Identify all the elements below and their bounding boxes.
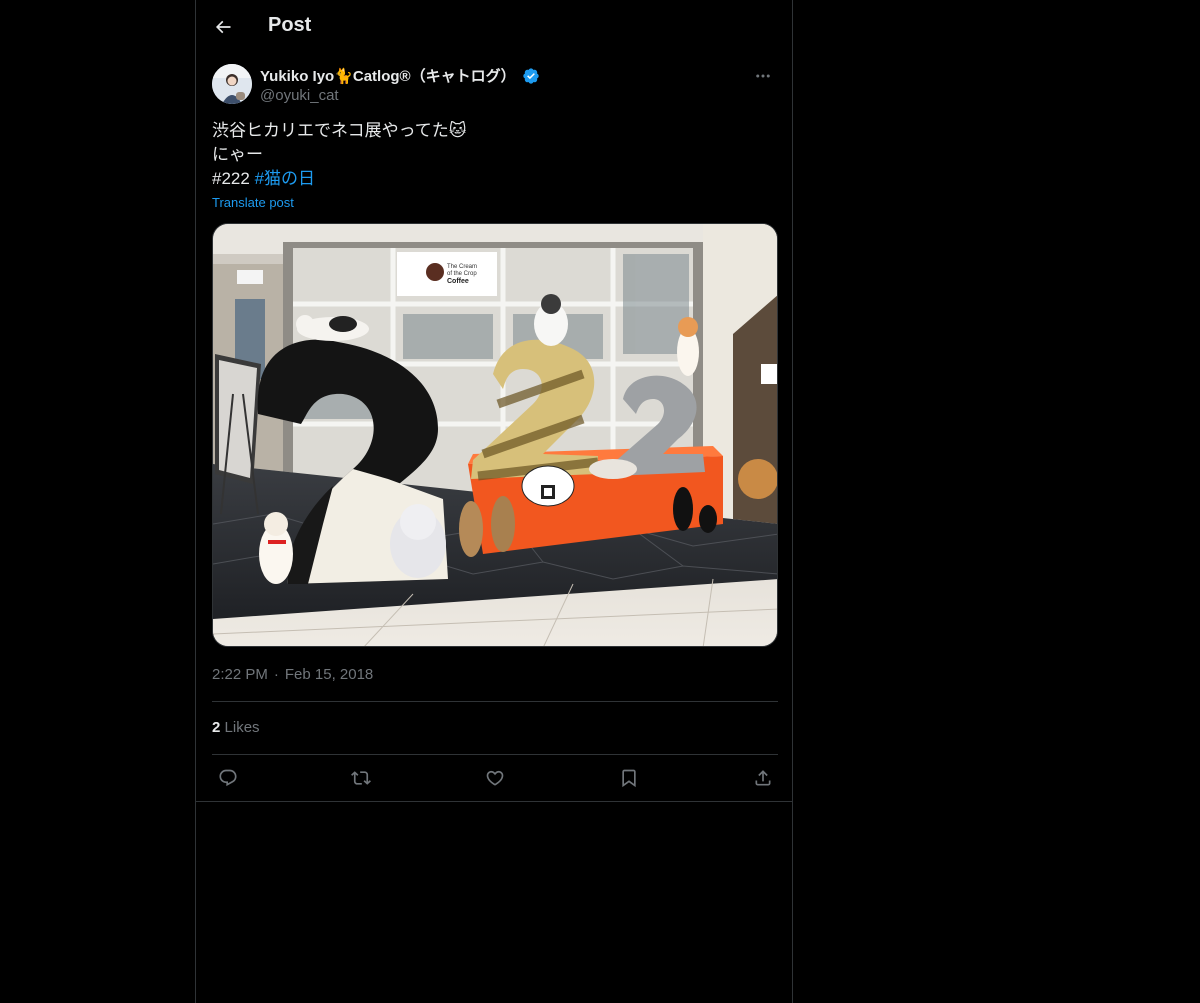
bookmark-icon <box>622 769 636 788</box>
post-tags-line: #222 #猫の日 <box>212 167 467 191</box>
post-image[interactable]: The Cream of the Crop Coffee <box>212 223 778 647</box>
bookmark-button[interactable] <box>613 762 645 794</box>
reply-icon <box>219 769 237 787</box>
verified-badge-icon <box>522 67 539 84</box>
share-icon <box>755 770 771 786</box>
tag-222: #222 <box>212 169 250 188</box>
author-handle[interactable]: @oyuki_cat <box>260 87 339 104</box>
divider <box>196 801 792 802</box>
sign-text-2: of the Crop <box>447 271 477 277</box>
post-actions <box>212 762 778 794</box>
sign-text-1: The Cream <box>447 264 477 270</box>
post-text: 渋谷ヒカリエでネコ展やってた🐱 にゃー #222 #猫の日 <box>212 119 467 191</box>
more-options-button[interactable] <box>748 64 778 88</box>
likes-label: Likes <box>224 719 260 736</box>
post-time[interactable]: 2:22 PM <box>212 666 268 683</box>
post-text-line: 渋谷ヒカリエでネコ展やってた🐱 <box>212 121 467 140</box>
post-date[interactable]: Feb 15, 2018 <box>285 666 373 683</box>
like-icon <box>486 770 504 786</box>
arrow-left-icon <box>215 20 231 34</box>
post-text-line: にゃー <box>212 145 263 164</box>
author-name-row: Yukiko Iyo🐈Catlog®（キャトログ） <box>260 65 540 86</box>
translate-post-link[interactable]: Translate post <box>212 195 294 210</box>
likes-count: 2 <box>212 719 221 736</box>
divider <box>212 754 778 755</box>
page-title: Post <box>268 14 312 36</box>
post-column: Post Yukiko Iyo🐈Catlog®（キャトログ） @oyuki_ca… <box>195 0 793 1003</box>
back-button[interactable] <box>206 10 240 44</box>
divider <box>212 701 778 702</box>
meta-separator: · <box>273 666 279 683</box>
avatar[interactable] <box>212 64 252 104</box>
more-dots-icon <box>756 74 770 78</box>
hashtag-link[interactable]: #猫の日 <box>255 169 315 188</box>
post-timestamp: 2:22 PM · Feb 15, 2018 <box>212 666 373 683</box>
post-author: Yukiko Iyo🐈Catlog®（キャトログ） @oyuki_cat <box>212 64 778 108</box>
repost-icon <box>351 771 371 785</box>
sign-text-3: Coffee <box>447 278 469 285</box>
display-name[interactable]: Yukiko Iyo🐈Catlog®（キャトログ） <box>260 65 516 86</box>
reply-button[interactable] <box>212 762 244 794</box>
likes-stat[interactable]: 2 Likes <box>212 719 260 736</box>
post-header: Post <box>196 0 792 53</box>
share-button[interactable] <box>747 762 779 794</box>
repost-button[interactable] <box>345 762 377 794</box>
like-button[interactable] <box>479 762 511 794</box>
